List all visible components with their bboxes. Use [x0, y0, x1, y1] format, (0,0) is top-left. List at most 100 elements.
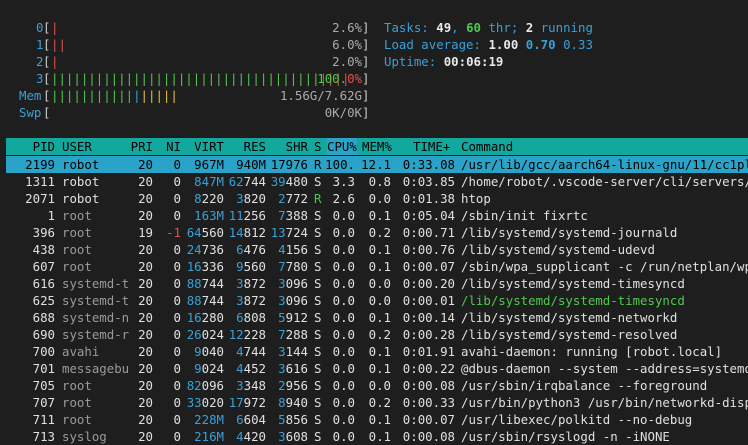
cell-time: 0:00.71 — [402, 225, 455, 240]
cell-ni: 0 — [173, 429, 181, 444]
cell-pri: 20 — [138, 174, 153, 189]
cell-shr: 3144 — [278, 344, 308, 359]
cell-time: 0:00.14 — [402, 310, 455, 325]
cell-s: S — [314, 412, 322, 427]
cell-cpu: 0.0 — [332, 344, 355, 359]
process-row[interactable]: 2071 robot 20 0 8220 3820 2772 R 2.6 0.0 0:01.38 ht… — [6, 190, 748, 207]
process-row[interactable]: 707 root 20 0 33020 17972 8940 S 0.0 0.2 0:00.33/u… — [6, 394, 748, 411]
column-header-shr[interactable]: SHR — [286, 138, 308, 155]
cell-user: robot — [62, 174, 100, 189]
cell-time: 0:00.08 — [402, 378, 455, 393]
process-row[interactable]: 396 root 19 -1 64560 14812 13724 S 0.0 0.2 0:00.71… — [6, 224, 748, 241]
cell-res: 4452 — [236, 361, 266, 376]
cell-res: 3348 — [236, 378, 266, 393]
cell-cmd: /sbin/init fixrtc — [461, 208, 588, 223]
mem-bar: ||||||||||||||||| — [51, 88, 178, 103]
process-row[interactable]: 688 systemd-n 20 0 16280 6808 5912 S 0.0 0.1 0:00.… — [6, 309, 748, 326]
column-header-mem[interactable]: MEM% — [362, 138, 392, 155]
swp-label: Swp — [19, 105, 42, 120]
cell-virt: 64560 — [186, 225, 224, 240]
cell-shr: 13724 — [270, 225, 308, 240]
cell-shr: 2956 — [278, 378, 308, 393]
cell-shr: 8940 — [278, 395, 308, 410]
cell-time: 0:05.04 — [402, 208, 455, 223]
process-row[interactable]: 1 root 20 0 163M 11256 7388 S 0.0 0.1 0:05.04/sbin… — [6, 207, 748, 224]
tasks-count: 49 — [436, 20, 452, 35]
cell-cmd: avahi-daemon: running [robot.local] — [461, 344, 723, 359]
cell-mem: 0.2 — [368, 225, 391, 240]
cell-ni: -1 — [166, 225, 181, 240]
cell-user: messagebu — [62, 361, 130, 376]
cell-time: 0:00.07 — [402, 412, 455, 427]
cell-pid: 707 — [32, 395, 55, 410]
process-row[interactable]: 2199 robot 20 0 967M 940M 17976 R 100. 12.1 0:33.0… — [6, 156, 748, 173]
process-row[interactable]: 607 root 20 0 16336 9560 7780 S 0.0 0.1 0:00.07/sb… — [6, 258, 748, 275]
load-15min: 0.33 — [563, 37, 593, 52]
cell-cmd: /usr/bin/python3 /usr/bin/networkd-dispa… — [461, 395, 748, 410]
process-row[interactable]: 701 messagebu 20 0 9024 4452 3616 S 0.0 0.1 0:00.2… — [6, 360, 748, 377]
cell-cpu: 100. — [325, 157, 355, 172]
process-row[interactable]: 713 syslog 20 0 216M 4420 3608 S 0.0 0.1 0:00.08/u… — [6, 428, 748, 445]
uptime-value: 00:06:19 — [443, 54, 504, 69]
cell-res: 17972 — [228, 395, 266, 410]
cell-ni: 0 — [173, 327, 181, 342]
cell-res: 4744 — [236, 344, 266, 359]
column-header-pid[interactable]: PID — [33, 138, 55, 155]
cell-virt: 847M — [194, 174, 224, 189]
cell-res: 6604 — [236, 412, 266, 427]
column-header-command[interactable]: Command — [461, 138, 513, 155]
cell-res: 4420 — [236, 429, 266, 444]
process-row[interactable]: 438 root 20 0 24736 6476 4156 S 0.0 0.1 0:00.76/li… — [6, 241, 748, 258]
cell-virt: 33020 — [186, 395, 224, 410]
cell-cmd: /sbin/wpa_supplicant -c /run/netplan/wpa… — [461, 259, 748, 274]
cell-ni: 0 — [173, 378, 181, 393]
cell-s: S — [314, 310, 322, 325]
column-header-user[interactable]: USER — [62, 138, 92, 155]
cpu-1-bar: || — [51, 37, 66, 52]
cell-mem: 0.1 — [368, 208, 391, 223]
cell-mem: 0.0 — [368, 293, 391, 308]
column-header-virt[interactable]: VIRT — [194, 138, 224, 155]
column-header-time[interactable]: TIME+ — [413, 138, 450, 155]
cell-cpu: 2.6 — [332, 191, 355, 206]
column-header-res[interactable]: RES — [244, 138, 266, 155]
cell-user: robot — [62, 157, 100, 172]
cell-shr: 17976 — [270, 157, 308, 172]
cell-pri: 20 — [138, 378, 153, 393]
load-average-line: Load average: 1.00 0.70 0.33 — [384, 37, 593, 52]
cell-ni: 0 — [173, 157, 181, 172]
cell-virt: 967M — [194, 157, 224, 172]
cell-cmd: htop — [461, 191, 491, 206]
column-header-s[interactable]: S — [314, 138, 321, 155]
cell-cpu: 0.0 — [332, 310, 355, 325]
cell-time: 0:33.08 — [402, 157, 455, 172]
process-row[interactable]: 700 avahi 20 0 9040 4744 3144 S 0.0 0.1 0:01.91 ava… — [6, 343, 748, 360]
process-row[interactable]: 616 systemd-t 20 0 88744 3872 3096 S 0.0 0.0 0:00.… — [6, 275, 748, 292]
cell-cmd: /usr/sbin/irqbalance --foreground — [461, 378, 708, 393]
column-header-ni[interactable]: NI — [166, 138, 181, 155]
cell-res: 3872 — [236, 293, 266, 308]
cpu-0-bracket-close: ] — [362, 20, 370, 35]
cell-ni: 0 — [173, 208, 181, 223]
mem-value: 1.56G/7.62G — [279, 88, 362, 103]
cell-pid: 700 — [32, 344, 55, 359]
cell-shr: 5912 — [278, 310, 308, 325]
process-row[interactable]: 705 root 20 0 82096 3348 2956 S 0.0 0.0 0:00.08/us… — [6, 377, 748, 394]
running-count: 2 — [525, 20, 534, 35]
cell-cpu: 0.0 — [332, 429, 355, 444]
cell-s: S — [314, 259, 322, 274]
process-row[interactable]: 690 systemd-r 20 0 26024 12228 7288 S 0.0 0.2 0:00… — [6, 326, 748, 343]
cell-pri: 20 — [138, 293, 153, 308]
column-header-cpu[interactable]: CPU% — [327, 138, 357, 155]
process-row[interactable]: 1311 robot 20 0 847M 62744 39480 S 3.3 0.8 0:03.85… — [6, 173, 748, 190]
cell-pid: 616 — [32, 276, 55, 291]
cell-s: S — [314, 327, 322, 342]
cpu-1-percent: 6.0% — [332, 37, 362, 52]
cell-time: 0:00.76 — [402, 242, 455, 257]
process-row[interactable]: 625 systemd-t 20 0 88744 3872 3096 S 0.0 0.0 0:00.… — [6, 292, 748, 309]
process-row[interactable]: 711 root 20 0 228M 6604 5856 S 0.0 0.1 0:00.07/usr… — [6, 411, 748, 428]
cell-cpu: 0.0 — [332, 225, 355, 240]
mem-label: Mem — [19, 88, 42, 103]
threads-count: 60 — [466, 20, 481, 35]
column-header-pri[interactable]: PRI — [131, 138, 153, 155]
